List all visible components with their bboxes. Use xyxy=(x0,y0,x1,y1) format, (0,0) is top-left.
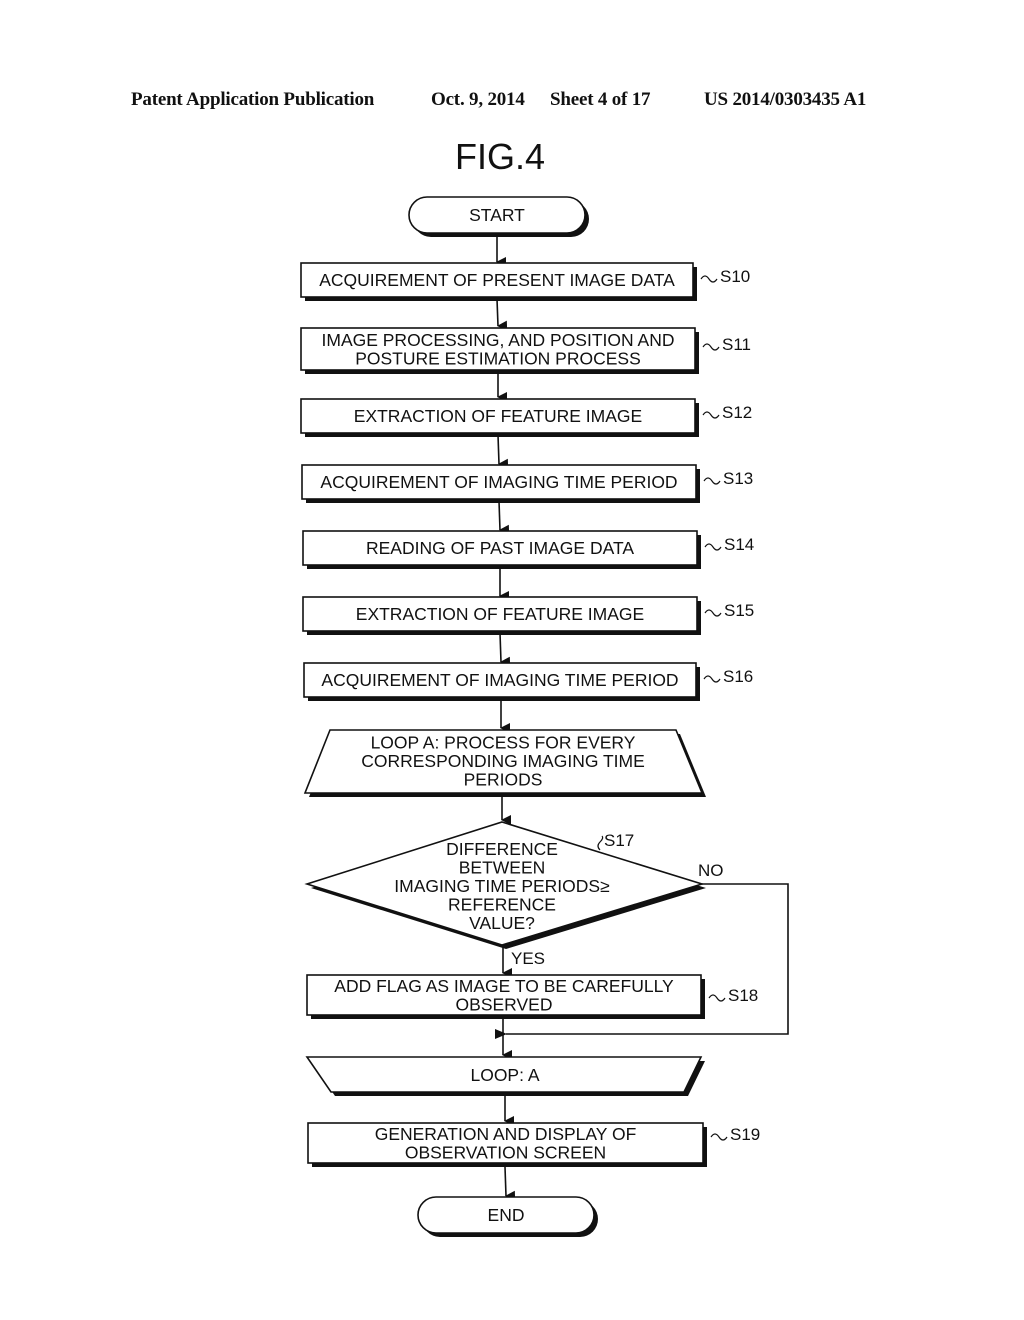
step-s19-text: GENERATION AND DISPLAY OF xyxy=(375,1124,637,1144)
arrow-s10-s11 xyxy=(496,298,508,331)
decision-s17-text: BETWEEN xyxy=(459,858,546,878)
step-s14-text: READING OF PAST IMAGE DATA xyxy=(366,538,634,558)
step-s15-text: EXTRACTION OF FEATURE IMAGE xyxy=(356,604,644,624)
loop-end-text: LOOP: A xyxy=(470,1065,539,1085)
step-s12-label: S12 xyxy=(722,403,752,422)
step-s16-leader xyxy=(703,675,721,683)
step-s15-label: S15 xyxy=(724,601,754,620)
step-s10-leader xyxy=(700,275,718,283)
loop-start-text: LOOP A: PROCESS FOR EVERY xyxy=(371,733,636,753)
decision-s17-leader xyxy=(597,835,604,851)
step-s12-leader xyxy=(702,411,720,419)
step-s18-text: OBSERVED xyxy=(456,994,553,1014)
step-s13-label: S13 xyxy=(723,469,753,488)
step-s14-label: S14 xyxy=(724,535,754,554)
start-text: START xyxy=(469,205,525,225)
step-s15-leader xyxy=(704,609,722,617)
decision-s17-text: REFERENCE xyxy=(448,895,556,915)
step-s13-leader xyxy=(703,477,721,485)
step-s19-label: S19 xyxy=(730,1125,760,1144)
decision-s17-text: VALUE? xyxy=(469,913,535,933)
step-s12-text: EXTRACTION OF FEATURE IMAGE xyxy=(354,406,642,426)
decision-s17-text: IMAGING TIME PERIODS≥ xyxy=(394,876,610,896)
step-s16-text: ACQUIREMENT OF IMAGING TIME PERIOD xyxy=(321,670,678,690)
arrow-s15-s16 xyxy=(499,632,511,667)
branch-no-label: NO xyxy=(698,861,724,880)
arrow-s12-s13 xyxy=(497,434,509,469)
arrow-s13-s14 xyxy=(498,500,510,535)
step-s18-text: ADD FLAG AS IMAGE TO BE CAREFULLY xyxy=(334,976,674,996)
step-s13-text: ACQUIREMENT OF IMAGING TIME PERIOD xyxy=(320,472,677,492)
arrow-s19-end xyxy=(504,1166,516,1201)
step-s11-leader xyxy=(702,343,720,351)
step-s11-text: POSTURE ESTIMATION PROCESS xyxy=(355,348,641,368)
step-s11-label: S11 xyxy=(722,335,751,354)
step-s16-label: S16 xyxy=(723,667,753,686)
step-s10-text: ACQUIREMENT OF PRESENT IMAGE DATA xyxy=(319,270,675,290)
step-s10-label: S10 xyxy=(720,267,750,286)
step-s11-text: IMAGE PROCESSING, AND POSITION AND xyxy=(322,330,675,350)
flowchart: START ACQUIREMENT OF PRESENT IMAGE DATA S1… xyxy=(300,196,789,1237)
decision-s17-label: S17 xyxy=(604,831,634,850)
end-text: END xyxy=(488,1205,525,1225)
decision-s17-text: DIFFERENCE xyxy=(446,839,558,859)
step-s19-text: OBSERVATION SCREEN xyxy=(405,1142,606,1162)
step-s14-leader xyxy=(704,543,722,551)
loop-start-text: PERIODS xyxy=(464,770,543,790)
step-s19-leader xyxy=(710,1133,728,1141)
step-s18-leader xyxy=(708,994,726,1002)
loop-start-text: CORRESPONDING IMAGING TIME xyxy=(361,751,645,771)
step-s18-label: S18 xyxy=(728,986,758,1005)
branch-yes-label: YES xyxy=(511,949,545,968)
